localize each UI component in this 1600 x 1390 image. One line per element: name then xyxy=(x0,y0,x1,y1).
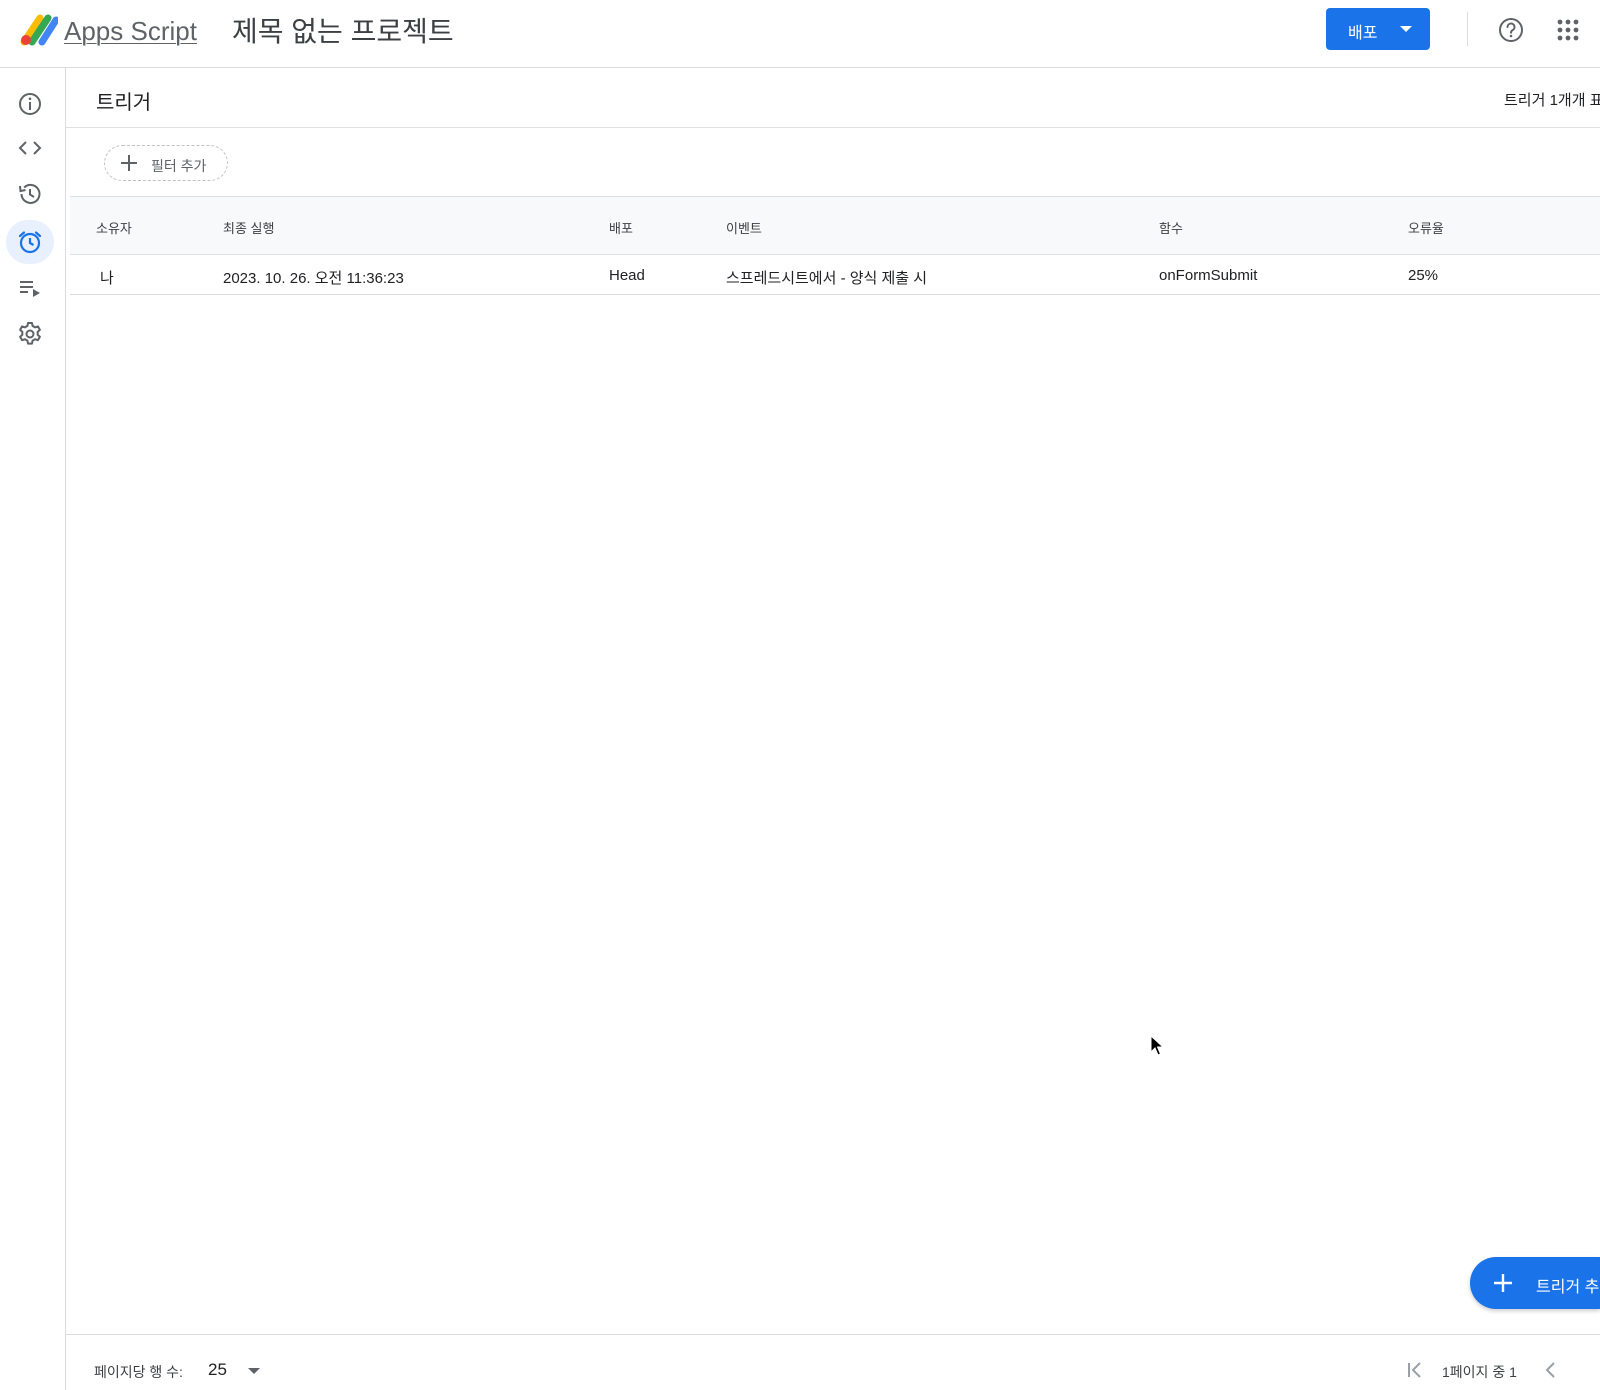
cell-error-rate: 25% xyxy=(1408,267,1439,284)
triggers-page: 트리거 트리거 1개개 표 필터 추가 소유자 최종 실행 배포 이벤트 함수 … xyxy=(66,68,1600,1390)
column-header-deployment[interactable]: 배포 xyxy=(609,218,633,237)
add-trigger-label: 트리거 추 xyxy=(1536,1279,1600,1296)
nav-editor[interactable] xyxy=(6,126,54,170)
caret-down-icon xyxy=(1400,26,1412,32)
history-icon xyxy=(19,183,41,204)
plus-icon xyxy=(121,155,137,171)
rows-per-page-select[interactable]: 25 xyxy=(208,1360,227,1380)
column-header-owner[interactable]: 소유자 xyxy=(96,218,132,237)
executions-icon xyxy=(20,281,40,297)
add-filter-button[interactable]: 필터 추가 xyxy=(104,145,228,181)
caret-down-icon[interactable] xyxy=(248,1368,260,1374)
project-title[interactable]: 제목 없는 프로젝트 xyxy=(232,10,454,50)
table-header: 소유자 최종 실행 배포 이벤트 함수 오류율 xyxy=(70,196,1600,255)
column-header-event[interactable]: 이벤트 xyxy=(726,218,762,237)
nav-overview[interactable] xyxy=(6,82,54,126)
left-nav-rail xyxy=(0,68,66,1390)
nav-settings[interactable] xyxy=(6,312,54,356)
column-header-error-rate[interactable]: 오류율 xyxy=(1408,218,1444,237)
first-page-icon[interactable] xyxy=(1404,1359,1426,1381)
deploy-button-label: 배포 xyxy=(1348,25,1378,42)
add-filter-label: 필터 추가 xyxy=(151,158,207,174)
column-header-function[interactable]: 함수 xyxy=(1159,218,1183,237)
cell-function: onFormSubmit xyxy=(1159,267,1258,284)
chevron-left-icon[interactable] xyxy=(1540,1359,1562,1381)
plus-icon xyxy=(1494,1274,1512,1292)
apps-script-logo-icon[interactable] xyxy=(18,12,58,46)
triggers-header: 트리거 트리거 1개개 표 xyxy=(66,68,1600,128)
brand-link[interactable]: Apps Script xyxy=(64,16,197,47)
rows-per-page-label: 페이지당 행 수: xyxy=(94,1364,183,1380)
mouse-cursor-icon xyxy=(1150,1035,1164,1056)
page-info: 1페이지 중 1 xyxy=(1442,1364,1517,1380)
cell-last-run: 2023. 10. 26. 오전 11:36:23 xyxy=(223,270,404,287)
nav-triggers[interactable] xyxy=(6,220,54,264)
top-app-bar: Apps Script 제목 없는 프로젝트 배포 xyxy=(0,0,1600,68)
cell-deployment: Head xyxy=(609,267,645,284)
code-icon xyxy=(18,141,42,155)
table-row[interactable]: 나 2023. 10. 26. 오전 11:36:23 Head 스프레드시트에… xyxy=(70,255,1600,295)
help-icon[interactable] xyxy=(1497,16,1525,44)
trigger-count-text: 트리거 1개개 표 xyxy=(1504,92,1600,109)
google-apps-icon[interactable] xyxy=(1556,18,1580,42)
deploy-button[interactable]: 배포 xyxy=(1326,8,1430,50)
column-header-last-run[interactable]: 최종 실행 xyxy=(223,218,274,237)
toolbar-divider xyxy=(1467,12,1468,46)
gear-icon xyxy=(19,322,41,345)
nav-executions[interactable] xyxy=(6,266,54,310)
alarm-icon xyxy=(18,231,42,254)
info-icon xyxy=(19,93,41,115)
pagination-bar: 페이지당 행 수: 25 1페이지 중 1 xyxy=(66,1334,1600,1390)
add-trigger-button[interactable]: 트리거 추 xyxy=(1470,1257,1600,1309)
cell-owner: 나 xyxy=(100,270,114,287)
nav-project-history[interactable] xyxy=(6,172,54,216)
page-title: 트리거 xyxy=(96,92,152,114)
cell-event: 스프레드시트에서 - 양식 제출 시 xyxy=(726,270,928,287)
